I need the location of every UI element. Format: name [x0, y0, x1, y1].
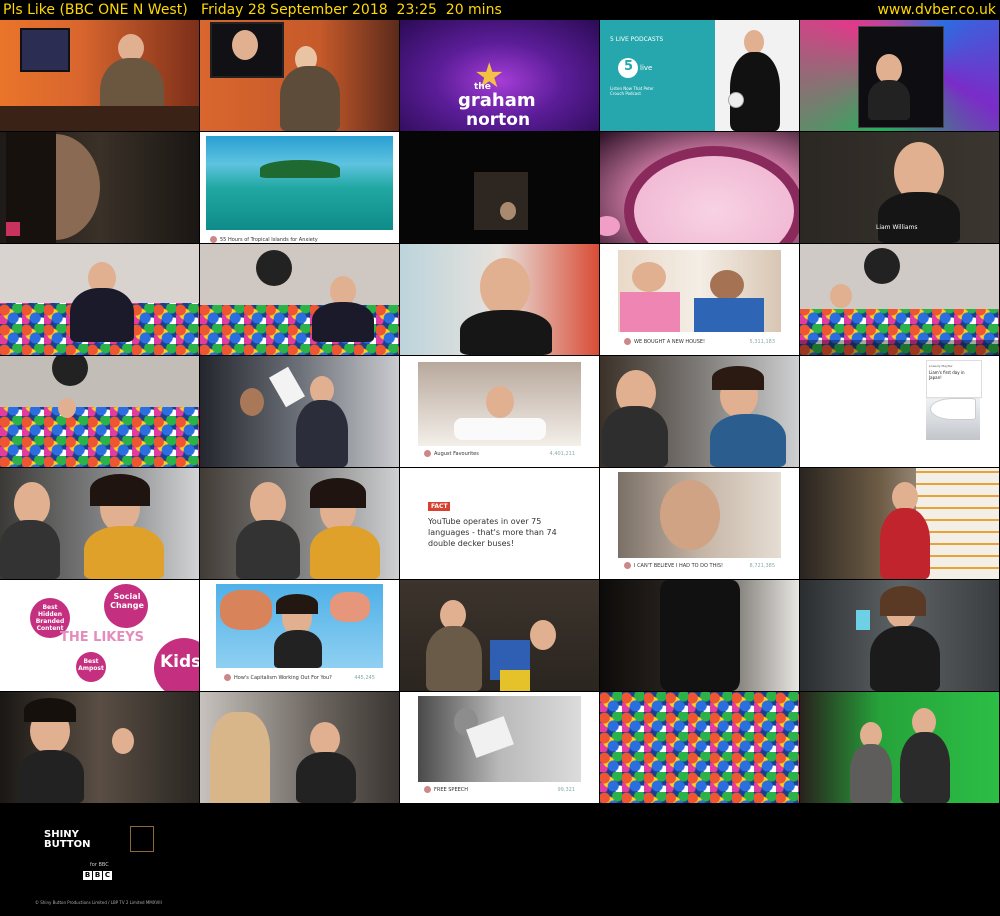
- thumbnail-29[interactable]: [600, 580, 799, 691]
- social-change-label: Social Change: [110, 592, 144, 610]
- view-count: 8,721,385: [749, 563, 775, 569]
- bbc-logo: B B C: [83, 871, 112, 880]
- thumbnail-12[interactable]: [200, 244, 399, 355]
- beam-sign-icon: [864, 248, 900, 284]
- thumbnail-19[interactable]: [600, 356, 799, 467]
- thumbnail-24[interactable]: I CAN'T BELIEVE I HAD TO DO THIS! 8,721,…: [600, 468, 799, 579]
- thumbnail-13[interactable]: [400, 244, 599, 355]
- thumbnail-14[interactable]: WE BOUGHT A NEW HOUSE! 5,311,183: [600, 244, 799, 355]
- thumbnail-22[interactable]: [200, 468, 399, 579]
- thumbnail-grid: ★ the graham norton 5 LIVE PODCASTS 5 li…: [0, 20, 1000, 803]
- credits-line: © Shiny Button Productions Limited / LBP…: [35, 900, 162, 905]
- thumbnail-7[interactable]: 55 Hours of Tropical Islands for Anxiety: [200, 132, 399, 243]
- view-count: 99,321: [557, 787, 576, 793]
- beam-sign-icon: [256, 250, 292, 286]
- thumbnail-6[interactable]: [0, 132, 199, 243]
- for-bbc-label: for BBC: [90, 862, 109, 868]
- video-title: How's Capitalism Working Out For You?: [234, 675, 332, 681]
- logo-norton: norton: [466, 110, 531, 130]
- view-count: 445,245: [354, 675, 375, 681]
- thumbnail-5[interactable]: [800, 20, 999, 131]
- thumbnail-26[interactable]: Social Change Best Hidden Branded Conten…: [0, 580, 199, 691]
- thumbnail-21[interactable]: [0, 468, 199, 579]
- thumbnail-31[interactable]: [0, 692, 199, 803]
- thumbnail-34[interactable]: [600, 692, 799, 803]
- shiny-button-logo: SHINY BUTTON: [44, 829, 91, 850]
- thumbnail-4[interactable]: 5 LIVE PODCASTS 5 live Listen Now That P…: [600, 20, 799, 131]
- thumbnail-35[interactable]: [800, 692, 999, 803]
- thumbnail-28[interactable]: [400, 580, 599, 691]
- channel-avatar: [424, 450, 431, 457]
- podcast-sub: Listen Now That Peter Crouch Podcast: [610, 86, 654, 96]
- thumbnail-9[interactable]: [600, 132, 799, 243]
- fact-text: YouTube operates in over 75 languages - …: [428, 517, 557, 548]
- channel-avatar: [624, 338, 631, 345]
- thumbnail-3[interactable]: ★ the graham norton: [400, 20, 599, 131]
- thumbnail-32[interactable]: [200, 692, 399, 803]
- podcasts-heading: 5 LIVE PODCASTS: [610, 36, 664, 43]
- channel-avatar: [224, 674, 231, 681]
- video-title: I CAN'T BELIEVE I HAD TO DO THIS!: [634, 563, 724, 569]
- likeys-logo: THE LIKEYS: [60, 630, 145, 645]
- thumbnail-20[interactable]: Lowerly Mayfair Liam's first day in Japa…: [800, 356, 999, 467]
- post-author: Lowerly Mayfair: [929, 364, 953, 368]
- video-title: FREE SPEECH: [434, 787, 469, 793]
- thumbnail-18[interactable]: August Favourites 4,401,211: [400, 356, 599, 467]
- thumbnail-8[interactable]: [400, 132, 599, 243]
- kids-label: Kids: [160, 652, 199, 672]
- site-link[interactable]: www.dvber.co.uk: [877, 0, 996, 20]
- view-count: 5,311,183: [749, 339, 775, 345]
- thumbnail-33[interactable]: FREE SPEECH 99,321: [400, 692, 599, 803]
- best-ampost-label: Best Ampost: [78, 658, 104, 672]
- thumbnail-1[interactable]: [0, 20, 199, 131]
- thumbnail-11[interactable]: [0, 244, 199, 355]
- thumbnail-2[interactable]: [200, 20, 399, 131]
- thumbnail-30[interactable]: [800, 580, 999, 691]
- thumbnail-15[interactable]: [800, 244, 999, 355]
- thumbnail-25[interactable]: [800, 468, 999, 579]
- channel-avatar: [624, 562, 631, 569]
- fact-label: FACT: [431, 503, 448, 510]
- thumbnail-16[interactable]: [0, 356, 199, 467]
- name-caption: Liam Williams: [876, 224, 918, 231]
- thumbnail-17[interactable]: [200, 356, 399, 467]
- thumbnail-23[interactable]: FACT YouTube operates in over 75 languag…: [400, 468, 599, 579]
- channel-logo-icon: [6, 222, 20, 236]
- channel-avatar: [210, 236, 217, 243]
- lbp-logo-icon: [130, 826, 154, 852]
- logo-graham: graham: [458, 90, 536, 111]
- channel-avatar: [424, 786, 431, 793]
- best-branded-label: Best Hidden Branded Content: [35, 604, 65, 632]
- video-title: 55 Hours of Tropical Islands for Anxiety: [220, 237, 318, 243]
- programme-title: Pls Like (BBC ONE N West) Friday 28 Sept…: [3, 2, 502, 18]
- video-title: WE BOUGHT A NEW HOUSE!: [634, 339, 706, 345]
- video-title: August Favourites: [434, 451, 479, 457]
- thumbnail-27[interactable]: How's Capitalism Working Out For You? 44…: [200, 580, 399, 691]
- header-bar: Pls Like (BBC ONE N West) Friday 28 Sept…: [0, 0, 1000, 20]
- view-count: 4,401,211: [549, 451, 575, 457]
- thumbnail-10[interactable]: Liam Williams: [800, 132, 999, 243]
- post-text: Liam's first day in Japan!: [929, 370, 965, 380]
